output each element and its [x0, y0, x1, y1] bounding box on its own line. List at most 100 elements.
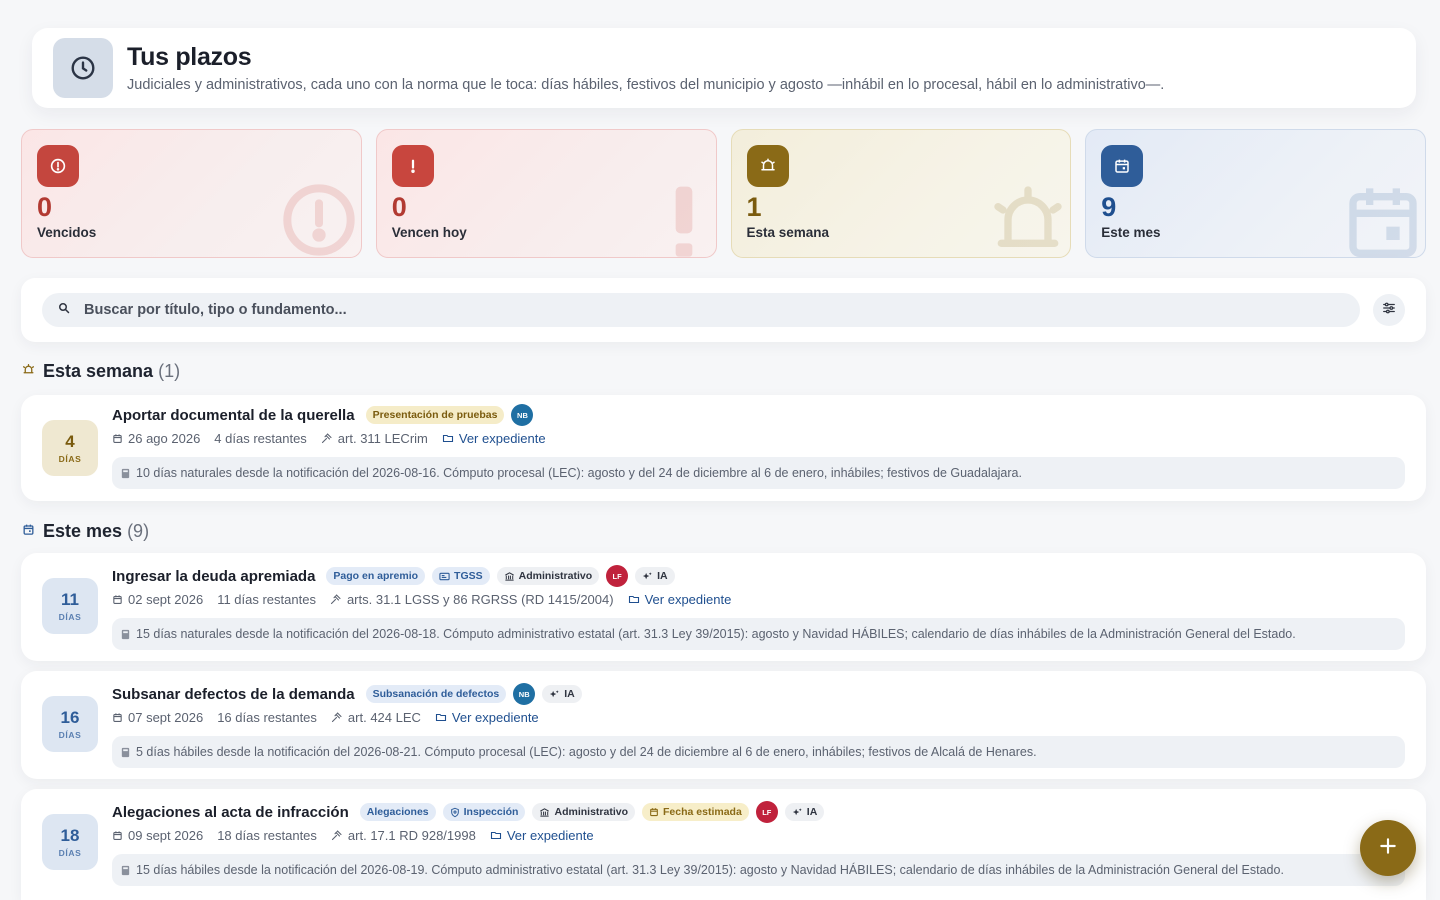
days-remaining-badge: 18 DÍAS: [42, 814, 98, 870]
tag-text: Administrativo: [518, 570, 593, 582]
link-text[interactable]: Ver expediente: [507, 828, 594, 843]
due-date: 09 sept 2026: [112, 828, 203, 843]
calendar-icon: [22, 523, 35, 541]
alarm-bell-icon: [988, 180, 1068, 257]
calendar-icon: [113, 433, 122, 443]
list-item[interactable]: 11 DÍAS Ingresar la deuda apremiada Pago…: [21, 553, 1426, 661]
folder-icon: [628, 595, 639, 604]
list-item[interactable]: 18 DÍAS Alegaciones al acta de infracció…: [21, 789, 1426, 900]
tag-text: IA: [564, 688, 575, 700]
tag-text: Inspección: [463, 806, 519, 818]
stat-card-vencidos[interactable]: 0 Vencidos: [21, 129, 362, 258]
filter-button[interactable]: [1373, 294, 1405, 326]
view-case-link[interactable]: Ver expediente: [628, 592, 732, 607]
tag-text: IA: [657, 570, 668, 582]
folder-icon: [442, 434, 453, 443]
ai-tag: IA: [784, 803, 825, 821]
sparkles-icon: [550, 689, 559, 697]
gavel-icon: [321, 433, 332, 444]
view-case-link[interactable]: Ver expediente: [435, 710, 539, 725]
add-deadline-button[interactable]: [1360, 820, 1416, 876]
list-item[interactable]: 4 DÍAS Aportar documental de la querella…: [21, 395, 1426, 501]
section-count: (1): [158, 361, 181, 381]
days-number: 16: [60, 707, 80, 727]
link-text[interactable]: Ver expediente: [459, 431, 546, 446]
date-text: 02 sept 2026: [128, 591, 204, 607]
calendar-icon: [113, 594, 122, 604]
page-header: Tus plazos Judiciales y administrativos,…: [32, 28, 1416, 108]
exclamation-icon: [391, 145, 434, 187]
institution-icon: [540, 807, 550, 817]
computation-note: 10 días naturales desde la notificación …: [112, 457, 1405, 489]
section-header-este-mes: Este mes (9): [22, 521, 149, 542]
item-title[interactable]: Alegaciones al acta de infracción: [112, 804, 349, 821]
stats-cards: 0 Vencidos 0 Vencen hoy 1 Esta semana 9 …: [21, 129, 1426, 258]
remaining-text: 18 días restantes: [217, 827, 317, 843]
avatar: NB: [513, 683, 536, 705]
view-case-link[interactable]: Ver expediente: [490, 828, 594, 843]
stat-count: 0: [391, 192, 407, 222]
legal-basis: art. 17.1 RD 928/1998: [331, 828, 476, 843]
section-title: Este mes: [43, 521, 123, 541]
stat-card-vencen-hoy[interactable]: 0 Vencen hoy: [375, 129, 717, 258]
search-input[interactable]: [84, 302, 1284, 318]
due-date: 26 ago 2026: [112, 431, 200, 446]
ai-tag: IA: [542, 685, 582, 703]
computation-note: 15 días naturales desde la notificación …: [112, 618, 1405, 650]
basis-text: arts. 31.1 LGSS y 86 RGRSS (RD 1415/2004…: [346, 591, 614, 607]
item-title[interactable]: Aportar documental de la querella: [112, 407, 355, 424]
item-title[interactable]: Subsanar defectos de la demanda: [112, 686, 355, 703]
alarm-bell-icon: [22, 363, 35, 381]
clock-icon: [53, 38, 113, 98]
remaining-text: 16 días restantes: [217, 709, 317, 725]
calculator-icon: [121, 865, 130, 875]
calendar-icon: [113, 830, 122, 840]
jurisdiction-tag: Administrativo: [532, 803, 635, 821]
alarm-bell-icon: [746, 145, 789, 187]
list-item[interactable]: 16 DÍAS Subsanar defectos de la demanda …: [21, 671, 1426, 779]
gavel-icon: [330, 594, 341, 605]
alert-circle-icon: [279, 180, 359, 257]
days-number: 11: [61, 589, 79, 609]
stat-card-esta-semana[interactable]: 1 Esta semana: [730, 129, 1072, 258]
days-remaining-badge: 16 DÍAS: [42, 696, 98, 752]
exclamation-icon: [664, 180, 704, 257]
folder-icon: [490, 831, 501, 840]
basis-text: art. 311 LECrim: [337, 430, 428, 446]
date-text: 07 sept 2026: [128, 709, 204, 725]
note-text: 5 días hábiles desde la notificación del…: [136, 745, 1037, 759]
days-number: 4: [65, 431, 75, 451]
estimated-date-tag: Fecha estimada: [642, 803, 749, 821]
search-field[interactable]: [42, 293, 1360, 327]
calendar-icon: [650, 808, 658, 817]
days-unit: DÍAS: [58, 611, 82, 622]
section-header-esta-semana: Esta semana (1): [22, 361, 180, 382]
type-tag: Pago en apremio: [326, 567, 426, 585]
avatar: LF: [606, 565, 629, 587]
date-text: 26 ago 2026: [128, 430, 201, 446]
stat-card-este-mes[interactable]: 9 Este mes: [1085, 129, 1426, 258]
page-title: Tus plazos: [127, 43, 252, 71]
calendar-icon: [113, 712, 122, 722]
computation-note: 15 días hábiles desde la notificación de…: [112, 854, 1405, 886]
link-text[interactable]: Ver expediente: [452, 710, 539, 725]
calculator-icon: [121, 468, 130, 478]
organism-tag: TGSS: [432, 567, 490, 585]
legal-basis: art. 311 LECrim: [321, 431, 428, 446]
jurisdiction-tag: Administrativo: [496, 567, 600, 585]
avatar: NB: [511, 404, 534, 426]
gavel-icon: [331, 712, 342, 723]
item-title[interactable]: Ingresar la deuda apremiada: [112, 568, 315, 585]
plus-icon: [1378, 836, 1398, 861]
ai-tag: IA: [635, 567, 675, 585]
link-text[interactable]: Ver expediente: [645, 592, 732, 607]
alert-circle-icon: [37, 145, 79, 187]
due-date: 07 sept 2026: [112, 710, 203, 725]
basis-text: art. 17.1 RD 928/1998: [347, 827, 476, 843]
note-text: 10 días naturales desde la notificación …: [136, 466, 1022, 480]
folder-icon: [435, 713, 446, 722]
view-case-link[interactable]: Ver expediente: [442, 431, 546, 446]
remaining-text: 11 días restantes: [217, 591, 316, 607]
days-unit: DÍAS: [58, 847, 82, 858]
due-date: 02 sept 2026: [112, 592, 203, 607]
